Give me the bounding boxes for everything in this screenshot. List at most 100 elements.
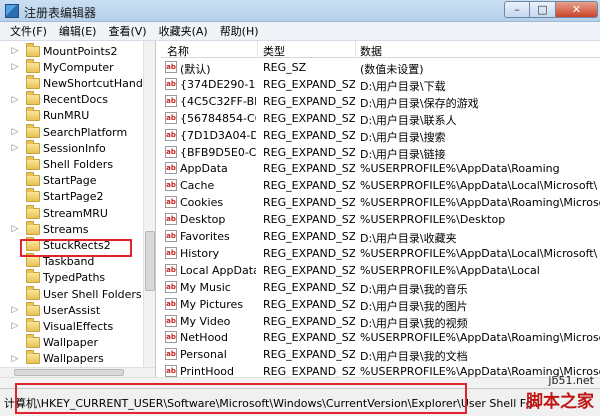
tree-item[interactable]: ▷ MyComputer — [0, 58, 114, 75]
tree-item[interactable]: ▷ MountPoints2 — [0, 42, 118, 59]
tree-item-label: User Shell Folders — [43, 287, 142, 301]
tree-item[interactable]: Wallpaper — [0, 334, 98, 351]
folder-icon — [26, 107, 40, 122]
tree-item[interactable]: ▷ SearchPlatform — [0, 123, 127, 140]
value-name: {374DE290-12... — [180, 77, 256, 91]
folder-icon — [26, 317, 40, 332]
values-list[interactable]: 名称 类型 数据 ab (默认) REG_SZ (数值未设置) ab {374DE290-… — [161, 41, 600, 377]
folder-icon — [26, 253, 40, 268]
watermark-name: 脚本之家 — [526, 392, 594, 412]
value-name: NetHood — [180, 331, 229, 345]
tree-item[interactable]: User Shell Folders — [0, 285, 142, 302]
menu-item[interactable]: 文件(F) — [4, 23, 53, 39]
expand-arrow-icon[interactable]: ▷ — [8, 62, 22, 72]
tree-item-label: VisualEffects — [43, 319, 114, 333]
expand-arrow-icon[interactable]: ▷ — [8, 143, 22, 153]
value-row[interactable]: ab Desktop REG_EXPAND_SZ %USERPROFILE%\Desk… — [161, 211, 600, 228]
expand-arrow-icon[interactable]: ▷ — [8, 95, 22, 105]
folder-icon — [26, 74, 40, 89]
value-row[interactable]: ab Personal REG_EXPAND_SZ D:\用户目录\我的文档 — [161, 346, 600, 363]
value-data: D:\用户目录\联系人 — [360, 113, 457, 127]
tree-item[interactable]: ▷ Streams — [0, 220, 89, 237]
tree-item[interactable]: ▷ UserAssist — [0, 301, 101, 318]
folder-icon — [26, 350, 40, 365]
tree-scroll-thumb[interactable] — [145, 231, 155, 291]
value-row[interactable]: ab Favorites REG_EXPAND_SZ D:\用户目录\收藏夹 — [161, 228, 600, 245]
column-header-name[interactable]: 名称 — [167, 43, 189, 59]
title-bar: 注册表编辑器 – □ ✕ — [0, 0, 600, 22]
tree-item[interactable]: StartPage2 — [0, 188, 104, 205]
tree-item[interactable]: RunMRU — [0, 107, 89, 124]
column-header-data[interactable]: 数据 — [360, 43, 382, 59]
tree-item-label: StartPage2 — [43, 190, 104, 204]
value-row[interactable]: ab History REG_EXPAND_SZ %USERPROFILE%\AppD… — [161, 245, 600, 262]
value-row[interactable]: ab Cookies REG_EXPAND_SZ %USERPROFILE%\AppD… — [161, 194, 600, 211]
value-row[interactable]: ab My Music REG_EXPAND_SZ D:\用户目录\我的音乐 — [161, 279, 600, 296]
value-name: {BFB9D5E0-C6... — [180, 145, 256, 159]
value-name: My Music — [180, 280, 231, 294]
string-value-icon: ab — [165, 162, 177, 175]
value-row[interactable]: ab{374DE290-12... REG_EXPAND_SZ D:\用户目录\下载 — [161, 76, 600, 93]
value-name: PrintHood — [180, 365, 235, 377]
folder-icon — [26, 58, 40, 73]
value-type: REG_EXPAND_SZ — [263, 94, 355, 108]
tree-item-label: MountPoints2 — [43, 44, 118, 58]
menu-bar: 文件(F) 编辑(E) 查看(V) 收藏夹(A) 帮助(H) — [0, 22, 600, 41]
value-row[interactable]: ab Local AppData REG_EXPAND_SZ %USERPROFILE… — [161, 262, 600, 279]
regedit-app-icon — [5, 4, 19, 18]
maximize-button[interactable]: □ — [530, 1, 556, 18]
watermark-url: jb51.net — [548, 374, 594, 387]
tree-item-label: Streams — [43, 222, 89, 236]
column-separator[interactable] — [355, 41, 356, 58]
tree-item[interactable]: TypedPaths — [0, 269, 105, 286]
value-row[interactable]: ab Cache REG_EXPAND_SZ %USERPROFILE%\AppDat… — [161, 177, 600, 194]
menu-item[interactable]: 查看(V) — [102, 23, 152, 39]
tree-item[interactable]: NewShortcutHandlers — [0, 74, 156, 91]
tree-item-label: SessionInfo — [43, 141, 106, 155]
folder-icon — [26, 91, 40, 106]
value-type: REG_SZ — [263, 61, 307, 74]
value-type: REG_EXPAND_SZ — [263, 145, 355, 159]
value-row[interactable]: ab{56784854-C6... REG_EXPAND_SZ D:\用户目录\联系… — [161, 110, 600, 127]
registry-tree[interactable]: WordWheelQuery▷WallpapersWallpaper▷Visua… — [0, 41, 156, 377]
value-row[interactable]: ab My Video REG_EXPAND_SZ D:\用户目录\我的视频 — [161, 313, 600, 330]
minimize-button[interactable]: – — [504, 1, 530, 18]
column-header-type[interactable]: 类型 — [263, 43, 285, 59]
menu-item[interactable]: 收藏夹(A) — [153, 23, 214, 39]
value-row[interactable]: ab{7D1D3A04-DE... REG_EXPAND_SZ D:\用户目录\搜索 — [161, 127, 600, 144]
string-value-icon: ab — [165, 94, 177, 107]
tree-hscroll-thumb[interactable] — [14, 369, 124, 376]
menu-item[interactable]: 编辑(E) — [53, 23, 103, 39]
tree-item-label: NewShortcutHandlers — [43, 76, 156, 90]
value-name: {4C5C32FF-BB... — [180, 94, 256, 108]
close-button[interactable]: ✕ — [556, 1, 598, 18]
expand-arrow-icon[interactable]: ▷ — [8, 46, 22, 56]
value-data: %USERPROFILE%\AppData\Local\Microsoft\ — [360, 246, 598, 260]
tree-item[interactable]: Shell Folders — [0, 155, 113, 172]
tree-item[interactable]: ▷ Wallpapers — [0, 350, 104, 367]
value-row[interactable]: ab My Pictures REG_EXPAND_SZ D:\用户目录\我的图片 — [161, 296, 600, 313]
value-row[interactable]: ab{4C5C32FF-BB... REG_EXPAND_SZ D:\用户目录\保存… — [161, 93, 600, 110]
value-type: REG_EXPAND_SZ — [263, 128, 355, 142]
menu-item[interactable]: 帮助(H) — [214, 23, 265, 39]
expand-arrow-icon[interactable]: ▷ — [8, 305, 22, 315]
tree-item[interactable]: ▷ RecentDocs — [0, 91, 108, 108]
folder-icon — [26, 42, 40, 57]
value-row[interactable]: ab AppData REG_EXPAND_SZ %USERPROFILE%\AppD… — [161, 160, 600, 177]
expand-arrow-icon[interactable]: ▷ — [8, 127, 22, 137]
tree-item[interactable]: ▷ VisualEffects — [0, 317, 114, 334]
tree-vertical-scrollbar[interactable] — [143, 41, 155, 377]
tree-item[interactable]: StreamMRU — [0, 204, 108, 221]
value-row[interactable]: ab NetHood REG_EXPAND_SZ %USERPROFILE%\AppD… — [161, 329, 600, 346]
expand-arrow-icon[interactable]: ▷ — [8, 321, 22, 331]
value-row[interactable]: ab (默认) REG_SZ (数值未设置) — [161, 59, 600, 76]
tree-item[interactable]: ▷ SessionInfo — [0, 139, 106, 156]
column-separator[interactable] — [257, 41, 258, 58]
expand-arrow-icon[interactable]: ▷ — [8, 224, 22, 234]
value-data: (数值未设置) — [360, 63, 424, 76]
tree-item[interactable]: StartPage — [0, 172, 97, 189]
value-row[interactable]: ab{BFB9D5E0-C6... REG_EXPAND_SZ D:\用户目录\链接 — [161, 144, 600, 161]
tree-item-label: UserAssist — [43, 303, 101, 317]
tree-horizontal-scrollbar[interactable] — [0, 367, 155, 377]
expand-arrow-icon[interactable]: ▷ — [8, 354, 22, 364]
